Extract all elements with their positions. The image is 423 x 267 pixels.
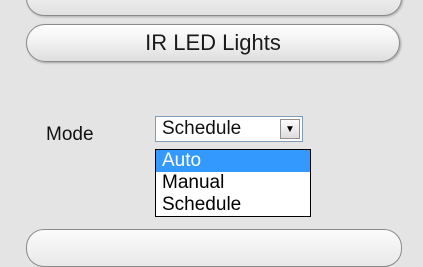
chevron-down-icon[interactable]: ▼ <box>280 119 300 139</box>
ir-led-lights-button[interactable]: IR LED Lights <box>26 24 400 62</box>
ir-led-lights-label: IR LED Lights <box>145 30 281 55</box>
option-manual[interactable]: Manual <box>156 172 310 194</box>
next-section-button[interactable] <box>26 229 402 267</box>
option-auto[interactable]: Auto <box>156 150 310 172</box>
mode-label: Mode <box>46 124 94 145</box>
option-schedule[interactable]: Schedule <box>156 194 310 216</box>
mode-select[interactable]: Schedule ▼ <box>155 116 303 142</box>
mode-select-value: Schedule <box>162 118 242 139</box>
mode-dropdown-list: Auto Manual Schedule <box>155 149 311 217</box>
previous-section-button[interactable] <box>26 0 402 16</box>
